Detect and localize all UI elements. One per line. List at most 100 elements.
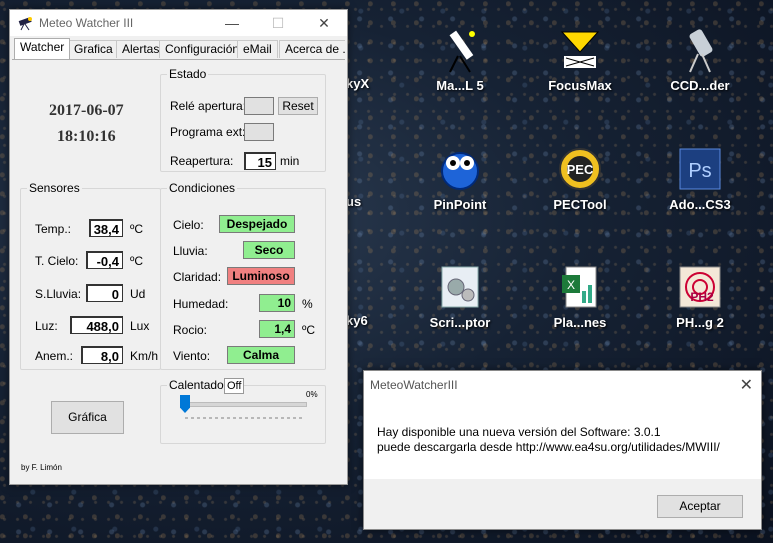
desktop-partial-label[interactable]: ky6 <box>346 313 368 328</box>
tab-acerca-de[interactable]: Acerca de ... <box>279 40 345 58</box>
sensor-value-luz: 488,0 <box>70 316 123 334</box>
svg-text:PEC: PEC <box>567 162 594 177</box>
desktop-icon-label: PinPoint <box>433 197 487 212</box>
desktop-partial-label[interactable]: kyX <box>346 76 369 91</box>
calentador-state: Off <box>224 378 245 394</box>
calentador-slider-track[interactable] <box>185 402 307 407</box>
dialog-message-line2: puede descargarla desde http://www.ea4su… <box>377 440 720 454</box>
svg-text:PH2: PH2 <box>690 290 714 304</box>
desktop-icon-label: CCD...der <box>670 78 730 93</box>
script-gears-icon <box>436 263 484 311</box>
sensor-value-lluvia: 0 <box>86 284 123 302</box>
photoshop-icon: Ps <box>676 145 724 193</box>
reset-button[interactable]: Reset <box>278 97 318 115</box>
calentador-slider-ticks <box>185 417 305 419</box>
desktop-icon-focusmax[interactable]: FocusMax <box>532 26 628 93</box>
sensor-unit-luz: Lux <box>130 319 150 333</box>
desktop-icon-label: Ado...CS3 <box>669 197 731 212</box>
maximize-button[interactable]: ☐ <box>255 10 301 36</box>
sensor-unit-anem: Km/h <box>130 349 159 363</box>
desktop-icon-label: Ma...L 5 <box>436 78 484 93</box>
dialog-footer: Aceptar <box>364 479 761 529</box>
tab-email[interactable]: eMail <box>237 40 278 58</box>
sensor-label-lluvia: S.Lluvia: <box>35 287 82 301</box>
desktop-icon-pinpoint[interactable]: PinPoint <box>412 145 508 212</box>
desktop-icon-photoshop[interactable]: Ps Ado...CS3 <box>652 145 748 212</box>
dialog-message-line1: Hay disponible una nueva versión del Sof… <box>377 425 661 439</box>
window-title: Meteo Watcher III <box>39 16 134 30</box>
sensor-unit-tcielo: ºC <box>130 254 144 268</box>
credit-text: by F. Limón <box>21 463 62 472</box>
phd2-icon: PH2 <box>676 263 724 311</box>
desktop-icon-planes[interactable]: X Pla...nes <box>532 263 628 330</box>
desktop-icon-label: PH...g 2 <box>676 315 724 330</box>
calentador-title: Calentador <box>167 378 230 392</box>
focusmax-icon <box>556 26 604 74</box>
cond-value-humedad: 10 <box>259 294 295 312</box>
rele-label: Relé apertura: <box>170 99 247 113</box>
reapertura-input[interactable]: 15 <box>244 152 276 170</box>
cond-value-claridad: Luminoso <box>227 267 295 285</box>
sensor-label-tcielo: T. Cielo: <box>35 254 79 268</box>
desktop-icon-label: Pla...nes <box>553 315 607 330</box>
reapertura-label: Reapertura: <box>170 154 234 168</box>
time-display: 18:10:16 <box>57 128 116 145</box>
excel-sheet-icon: X <box>556 263 604 311</box>
pec-icon: PEC <box>556 145 604 193</box>
cond-unit-humedad: % <box>302 297 313 311</box>
tab-configuracion[interactable]: Configuración <box>159 40 246 58</box>
calentador-percent: 0% <box>306 390 318 399</box>
svg-text:X: X <box>567 278 575 292</box>
sensor-value-tcielo: -0,4 <box>86 251 123 269</box>
desktop-icon-ccdcommander[interactable]: CCD...der <box>652 26 748 93</box>
desktop-icon-maxim[interactable]: Ma...L 5 <box>412 26 508 93</box>
sensor-label-anem: Anem.: <box>35 349 74 363</box>
tab-grafica[interactable]: Grafica <box>68 40 119 58</box>
cond-label-humedad: Humedad: <box>173 297 229 311</box>
date-display: 2017-06-07 <box>49 102 124 119</box>
tab-alertas[interactable]: Alertas <box>116 40 166 58</box>
cond-label-viento: Viento: <box>173 349 211 363</box>
cond-label-claridad: Claridad: <box>173 270 222 284</box>
desktop-partial-label[interactable]: us <box>346 194 361 209</box>
estado-title: Estado <box>167 67 209 81</box>
meteo-watcher-window: Meteo Watcher III — ☐ ✕ Watcher Grafica … <box>9 9 348 485</box>
sensor-value-anem: 8,0 <box>81 346 123 364</box>
desktop-icon-pectool[interactable]: PEC PECTool <box>532 145 628 212</box>
title-bar[interactable]: Meteo Watcher III — ☐ ✕ <box>10 10 347 36</box>
programa-indicator <box>244 123 274 141</box>
pinpoint-icon <box>436 145 484 193</box>
cond-label-rocio: Rocio: <box>173 323 208 337</box>
update-dialog: MeteoWatcherIII ✕ Hay disponible una nue… <box>363 370 762 530</box>
desktop-icon-scriptor[interactable]: Scri...ptor <box>412 263 508 330</box>
sensores-group: Sensores <box>20 181 161 370</box>
desktop-icon-label: Scri...ptor <box>429 315 491 330</box>
tab-watcher[interactable]: Watcher <box>14 38 71 59</box>
sensores-title: Sensores <box>27 181 82 195</box>
cond-value-cielo: Despejado <box>219 215 295 233</box>
sensor-unit-temp: ºC <box>130 222 144 236</box>
sensor-value-temp: 38,4 <box>89 219 123 237</box>
sensor-label-luz: Luz: <box>35 319 58 333</box>
watcher-page: 2017-06-07 18:10:16 Estado Relé apertura… <box>12 59 345 483</box>
minimize-button[interactable]: — <box>209 10 255 36</box>
dialog-close-icon[interactable]: ✕ <box>740 375 753 395</box>
dialog-title: MeteoWatcherIII <box>370 378 458 392</box>
aceptar-button[interactable]: Aceptar <box>657 495 743 518</box>
app-telescope-icon <box>16 15 34 31</box>
rele-indicator <box>244 97 274 115</box>
desktop-icon-phd2[interactable]: PH2 PH...g 2 <box>652 263 748 330</box>
grafica-button[interactable]: Gráfica <box>51 401 124 434</box>
tab-strip: Watcher Grafica Alertas Configuración eM… <box>12 38 345 59</box>
desktop-icon-label: FocusMax <box>548 78 612 93</box>
reapertura-unit: min <box>280 154 300 168</box>
svg-text:Ps: Ps <box>688 160 711 182</box>
cond-label-cielo: Cielo: <box>173 218 204 232</box>
telescope-icon <box>436 26 484 74</box>
close-button[interactable]: ✕ <box>301 10 347 36</box>
cond-value-lluvia: Seco <box>243 241 295 259</box>
ccd-telescope-icon <box>676 26 724 74</box>
condiciones-title: Condiciones <box>167 181 238 195</box>
cond-label-lluvia: Lluvia: <box>173 244 208 258</box>
desktop-icon-label: PECTool <box>553 197 607 212</box>
